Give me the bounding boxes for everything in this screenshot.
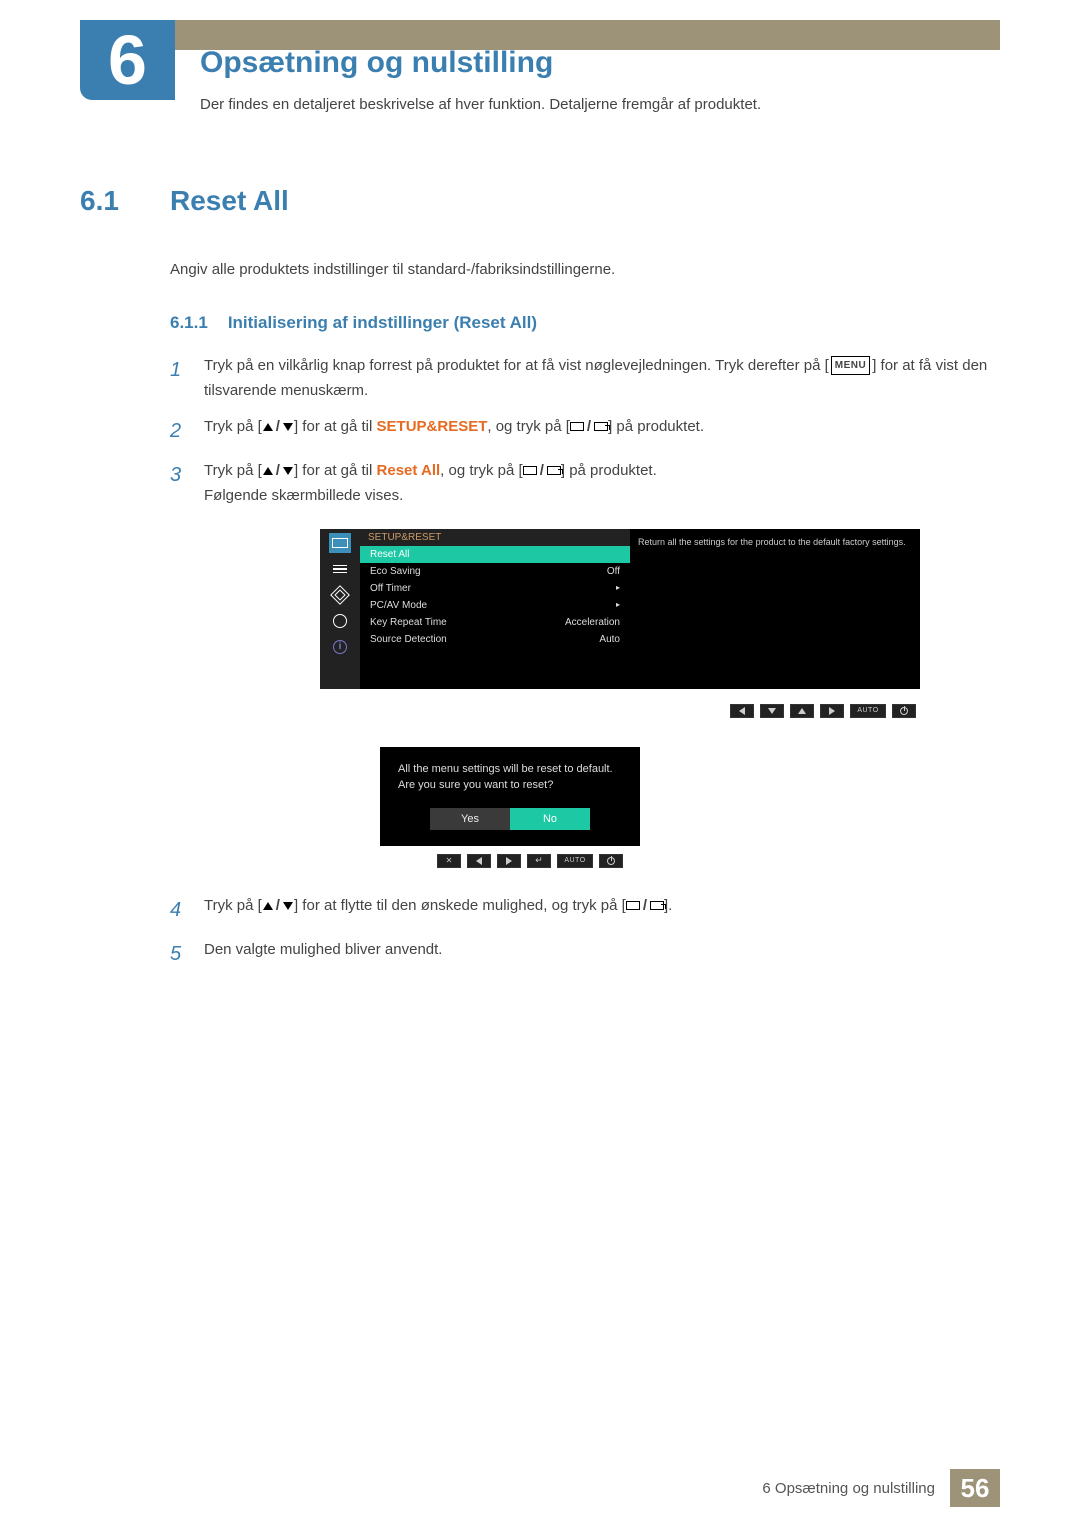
dialog-line-2: Are you sure you want to reset? (398, 777, 622, 794)
footer-chapter-label: 6 Opsætning og nulstilling (762, 1480, 935, 1497)
step-text-fragment: ] på produktet. (608, 418, 704, 435)
ctrl-auto-button: AUTO (557, 854, 593, 868)
step-4: 4 Tryk på [/] for at flytte til den ønsk… (170, 893, 1000, 927)
osd-sidebar-icon-size (329, 585, 351, 605)
step-text-fragment: Tryk på [ (204, 897, 262, 914)
dialog-no-button: No (510, 808, 590, 830)
step-text-fragment: ] for at flytte til den ønskede mulighed… (294, 897, 626, 914)
osd-row: Eco SavingOff (360, 563, 630, 580)
step-text-fragment: , og tryk på [ (487, 418, 570, 435)
step-text-fragment: Tryk på [ (204, 418, 262, 435)
enter-source-icon: / (626, 893, 664, 919)
osd-row: Off Timer▸ (360, 580, 630, 597)
ctrl-power-icon (892, 704, 916, 718)
osd-row-selected: Reset All (360, 546, 630, 563)
reset-dialog-screenshot: All the menu settings will be reset to d… (380, 747, 680, 868)
osd-help-text: Return all the settings for the product … (630, 529, 920, 689)
step-3: 3 Tryk på [/] for at gå til Reset All, o… (170, 458, 1000, 509)
osd-row: Key Repeat TimeAcceleration (360, 614, 630, 631)
step-number: 1 (170, 353, 188, 404)
osd-sidebar: i (320, 529, 360, 689)
enter-source-icon: / (570, 414, 608, 440)
up-down-icon: / (263, 414, 293, 440)
ctrl-left-icon (730, 704, 754, 718)
osd-sidebar-icon-info: i (329, 637, 351, 657)
step-text-fragment: ] på produktet. (561, 462, 657, 479)
osd-sidebar-icon-list (329, 559, 351, 579)
step-text-fragment: , og tryk på [ (440, 462, 523, 479)
osd-menu-screenshot: i SETUP&RESET Reset All Eco SavingOff Of… (320, 529, 920, 689)
step-text-fragment: ] for at gå til (294, 462, 377, 479)
dialog-yes-button: Yes (430, 808, 510, 830)
subsection-title: Initialisering af indstillinger (Reset A… (228, 313, 537, 333)
ctrl-right-icon (497, 854, 521, 868)
step-text-fragment: ] for at gå til (294, 418, 377, 435)
ctrl-down-icon (760, 704, 784, 718)
ctrl-enter-icon: ↵ (527, 854, 551, 868)
chapter-number-badge: 6 (80, 20, 175, 100)
up-down-icon: / (263, 458, 293, 484)
dialog-line-1: All the menu settings will be reset to d… (398, 761, 622, 778)
ctrl-power-icon (599, 854, 623, 868)
section-title: Reset All (170, 185, 289, 217)
step-followup-text: Følgende skærmbillede vises. (204, 483, 1000, 509)
section-number: 6.1 (80, 185, 140, 217)
step-1: 1 Tryk på en vilkårlig knap forrest på p… (170, 353, 1000, 404)
osd-sidebar-icon-setup (329, 611, 351, 631)
step-number: 3 (170, 458, 188, 509)
step-number: 5 (170, 937, 188, 971)
step-number: 2 (170, 414, 188, 448)
osd-header: SETUP&RESET (360, 529, 630, 546)
ctrl-auto-button: AUTO (850, 704, 886, 718)
chapter-subtitle: Der findes en detaljeret beskrivelse af … (200, 96, 990, 113)
ctrl-left-icon (467, 854, 491, 868)
highlight-setup-reset: SETUP&RESET (377, 418, 488, 435)
up-down-icon: / (263, 893, 293, 919)
subsection-number: 6.1.1 (170, 313, 208, 333)
footer-page-number: 56 (950, 1469, 1000, 1507)
osd-control-bar: AUTO (320, 704, 920, 722)
step-number: 4 (170, 893, 188, 927)
step-2: 2 Tryk på [/] for at gå til SETUP&RESET,… (170, 414, 1000, 448)
step-text-fragment: Tryk på en vilkårlig knap forrest på pro… (204, 357, 829, 374)
chapter-title: Opsætning og nulstilling (200, 46, 553, 80)
step-5: 5 Den valgte mulighed bliver anvendt. (170, 937, 1000, 971)
ctrl-close-icon: ✕ (437, 854, 461, 868)
step-text-fragment: Tryk på [ (204, 462, 262, 479)
osd-sidebar-icon-picture (329, 533, 351, 553)
section-body: Angiv alle produktets indstillinger til … (170, 257, 1000, 283)
ctrl-up-icon (790, 704, 814, 718)
osd-row: PC/AV Mode▸ (360, 597, 630, 614)
ctrl-right-icon (820, 704, 844, 718)
osd-row: Source DetectionAuto (360, 631, 630, 648)
menu-button-label: MENU (831, 356, 870, 375)
highlight-reset-all: Reset All (377, 462, 441, 479)
enter-source-icon: / (523, 458, 561, 484)
